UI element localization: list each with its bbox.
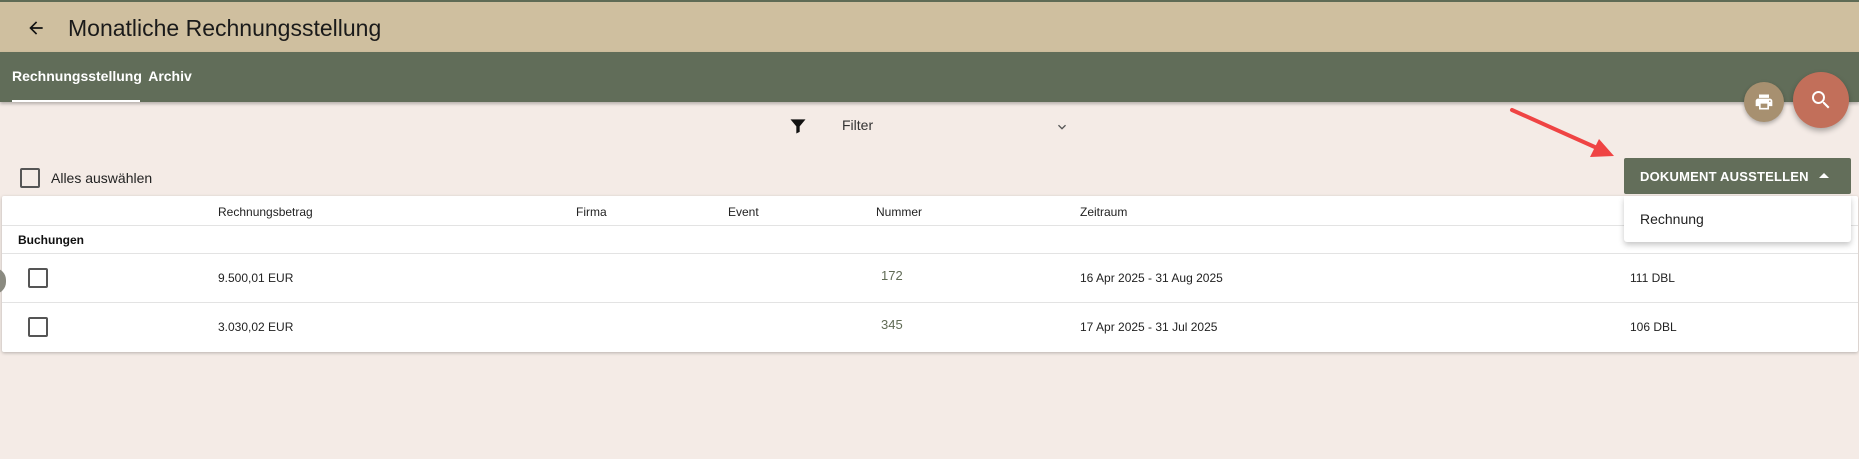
cell-nummer[interactable]: 172 — [881, 268, 903, 283]
search-icon — [1812, 91, 1830, 109]
table-header: Rechnungsbetrag Firma Event Nummer Zeitr… — [2, 196, 1858, 226]
cell-zeitraum: 16 Apr 2025 - 31 Aug 2025 — [1080, 271, 1223, 285]
cell-nummer[interactable]: 345 — [881, 317, 903, 332]
search-button[interactable] — [1793, 72, 1849, 128]
invoice-table: Rechnungsbetrag Firma Event Nummer Zeitr… — [2, 196, 1858, 352]
app-header: Monatliche Rechnungsstellung — [0, 0, 1859, 52]
filter-select[interactable]: Filter — [788, 114, 1070, 138]
issue-document-label: DOKUMENT AUSSTELLEN — [1640, 168, 1809, 184]
arrow-left-icon — [29, 21, 43, 35]
tab-archiv[interactable]: Archiv — [140, 52, 200, 102]
column-header: Event — [728, 205, 759, 219]
row-checkbox[interactable] — [28, 268, 48, 288]
print-button[interactable] — [1744, 82, 1784, 122]
group-row: Buchungen — [2, 226, 1858, 254]
cell-betrag: 9.500,01 EUR — [218, 271, 294, 285]
column-header: Zeitraum — [1080, 205, 1128, 219]
cell-extra: 106 DBL — [1630, 320, 1677, 334]
column-header: Rechnungsbetrag — [218, 205, 313, 219]
caret-up-icon — [1819, 173, 1829, 178]
page-title: Monatliche Rechnungsstellung — [68, 15, 382, 41]
group-label: Buchungen — [18, 233, 84, 247]
select-all-label: Alles auswählen — [51, 170, 153, 186]
menu-item-rechnung[interactable]: Rechnung — [1640, 211, 1704, 227]
table-row[interactable]: 3.030,02 EUR 345 17 Apr 2025 - 31 Jul 20… — [2, 303, 1858, 352]
tab-bar: Rechnungsstellung Archiv — [0, 52, 1859, 102]
cell-zeitraum: 17 Apr 2025 - 31 Jul 2025 — [1080, 320, 1218, 334]
chevron-down-icon — [1058, 124, 1066, 130]
cell-betrag: 3.030,02 EUR — [218, 320, 294, 334]
back-button[interactable] — [22, 14, 50, 42]
column-header: Nummer — [876, 205, 923, 219]
row-checkbox[interactable] — [28, 317, 48, 337]
funnel-icon — [790, 119, 806, 134]
printer-icon — [1755, 94, 1773, 110]
select-all-checkbox[interactable] — [20, 168, 40, 188]
select-all: Alles auswählen — [20, 168, 152, 188]
document-dropdown: Rechnung — [1624, 196, 1851, 242]
table-row[interactable]: 9.500,01 EUR 172 16 Apr 2025 - 31 Aug 20… — [2, 254, 1858, 303]
issue-document-button[interactable]: DOKUMENT AUSSTELLEN — [1624, 158, 1851, 194]
tab-rechnungsstellung[interactable]: Rechnungsstellung — [12, 52, 142, 102]
column-header: Firma — [576, 205, 607, 219]
cell-extra: 111 DBL — [1630, 271, 1675, 285]
filter-label: Filter — [842, 117, 874, 133]
